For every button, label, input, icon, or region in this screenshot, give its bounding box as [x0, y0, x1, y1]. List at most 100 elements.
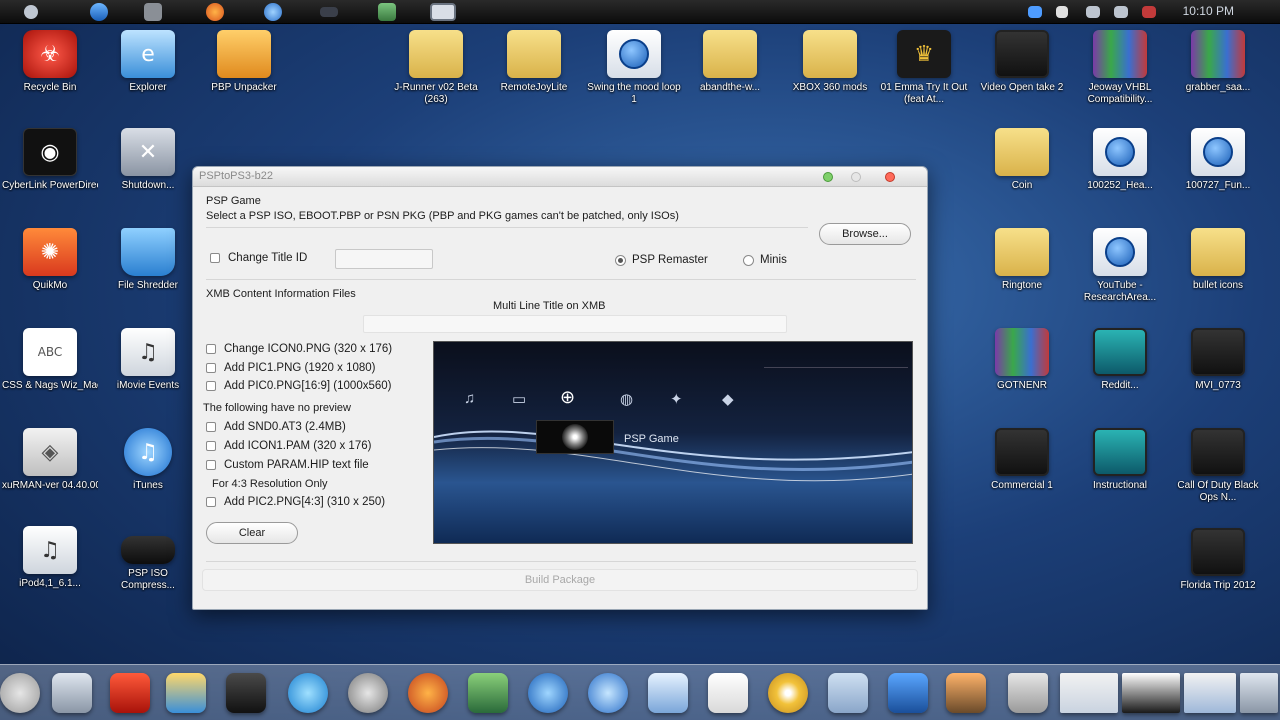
- psp-game-instruction: Select a PSP ISO, EBOOT.PBP or PSN PKG (…: [206, 210, 679, 222]
- desktop-icon-bullet-icons[interactable]: bullet icons: [1170, 228, 1266, 292]
- windows-explorer-icon[interactable]: [166, 673, 206, 713]
- desktop-icon-j-runner[interactable]: J-Runner v02 Beta (263): [388, 30, 484, 106]
- media-center-icon[interactable]: [226, 673, 266, 713]
- video-category-icon: ▭: [512, 391, 527, 408]
- window-thumbnail-3[interactable]: [1184, 673, 1236, 713]
- path-field-line[interactable]: [206, 227, 808, 228]
- window-titlebar[interactable]: PSPtoPS3-b22: [193, 167, 927, 187]
- desktop-icon-video-open[interactable]: Video Open take 2: [974, 30, 1070, 94]
- desktop-icon-youtube[interactable]: YouTube - ResearchArea...: [1072, 228, 1168, 304]
- battery-tray-icon[interactable]: [1142, 6, 1156, 18]
- trash-icon[interactable]: [1008, 673, 1048, 713]
- maximize-button[interactable]: [851, 172, 861, 182]
- desktop-icon-xbox-mods[interactable]: XBOX 360 mods: [782, 30, 878, 94]
- dvd-player-icon[interactable]: [768, 673, 808, 713]
- shutdown-icon: ✕: [121, 128, 175, 176]
- param-checkbox[interactable]: Custom PARAM.HIP text file: [206, 459, 369, 471]
- snd0-checkbox[interactable]: Add SND0.AT3 (2.4MB): [206, 421, 346, 433]
- desktop-icon-emma[interactable]: ♛ 01 Emma Try It Out (feat At...: [876, 30, 972, 106]
- pic0-checkbox[interactable]: Add PIC0.PNG[16:9] (1000x560): [206, 380, 392, 392]
- volume-tray-icon[interactable]: [1114, 6, 1128, 18]
- desktop-icon-explorer[interactable]: e Explorer: [100, 30, 196, 94]
- desktop-icon-mvi0773[interactable]: MVI_0773: [1170, 328, 1266, 392]
- iphoto-icon[interactable]: [946, 673, 986, 713]
- multiline-title-input[interactable]: [363, 315, 787, 333]
- quicktime-icon[interactable]: [288, 673, 328, 713]
- firefox-dock-icon[interactable]: [408, 673, 448, 713]
- xbmc-icon[interactable]: [110, 673, 150, 713]
- safari-dock-icon[interactable]: [588, 673, 628, 713]
- desktop-icon-imovie-events[interactable]: ♫ iMovie Events: [100, 328, 196, 392]
- desktop-icon-commercial1[interactable]: Commercial 1: [974, 428, 1070, 492]
- flag-tray-icon[interactable]: [1056, 6, 1068, 18]
- network-tray-icon[interactable]: [1028, 6, 1042, 18]
- network-icon: ◍: [620, 391, 634, 408]
- desktop-icon-gotnenr[interactable]: GOTNENR: [974, 328, 1070, 392]
- clear-button[interactable]: Clear: [206, 522, 298, 544]
- desktop-icon-ipod[interactable]: ♫ iPod4,1_6.1...: [2, 526, 98, 590]
- folder-dock-icon[interactable]: [828, 673, 868, 713]
- window-thumbnail-4[interactable]: [1240, 673, 1278, 713]
- desktop-icon-100727[interactable]: 100727_Fun...: [1170, 128, 1266, 192]
- window-task-icon[interactable]: [430, 3, 456, 21]
- icon0-checkbox[interactable]: Change ICON0.PNG (320 x 176): [206, 343, 392, 355]
- friends-icon: ◆: [722, 391, 734, 408]
- desktop-icon-shutdown[interactable]: ✕ Shutdown...: [100, 128, 196, 192]
- window-thumbnail-2[interactable]: [1122, 673, 1180, 713]
- icon1-checkbox[interactable]: Add ICON1.PAM (320 x 176): [206, 440, 371, 452]
- safari-icon[interactable]: [264, 3, 282, 21]
- desktop-icon-cod-black-ops[interactable]: Call Of Duty Black Ops N...: [1170, 428, 1266, 504]
- pic1-checkbox[interactable]: Add PIC1.PNG (1920 x 1080): [206, 362, 376, 374]
- textedit-icon[interactable]: [708, 673, 748, 713]
- desktop-icon-pbp-unpacker[interactable]: PBP Unpacker: [196, 30, 292, 94]
- browse-button[interactable]: Browse...: [819, 223, 911, 245]
- psp-taskbar-icon[interactable]: [320, 7, 338, 17]
- desktop-icon-cyberlink[interactable]: ◉ CyberLink PowerDirect...: [2, 128, 98, 192]
- settings-icon[interactable]: [348, 673, 388, 713]
- folder-icon: [995, 228, 1049, 276]
- desktop-icon-jeoway[interactable]: Jeoway VHBL Compatibility...: [1072, 30, 1168, 106]
- apple-menu-icon[interactable]: [24, 5, 38, 19]
- psp-remaster-radio[interactable]: PSP Remaster: [615, 254, 708, 266]
- finder-icon[interactable]: [0, 673, 40, 713]
- wifi-tray-icon[interactable]: [1086, 6, 1100, 18]
- desktop-icon-recycle-bin[interactable]: ☣ Recycle Bin: [2, 30, 98, 94]
- photoshop-icon[interactable]: [468, 673, 508, 713]
- desktop-icon-psp-iso-compress[interactable]: PSP ISO Compress...: [100, 526, 196, 592]
- mp3-icon: [607, 30, 661, 78]
- desktop-icon-instructional[interactable]: Instructional: [1072, 428, 1168, 492]
- desktop-icon-quikmo[interactable]: ✺ QuikMo: [2, 228, 98, 292]
- desktop-icon-xurman[interactable]: ◈ xuRMAN-ver 04.40.00.BA...: [2, 428, 98, 492]
- minis-radio[interactable]: Minis: [743, 254, 787, 266]
- desktop-icon-coin[interactable]: Coin: [974, 128, 1070, 192]
- music-dock-icon[interactable]: [888, 673, 928, 713]
- change-title-id-checkbox[interactable]: Change Title ID: [210, 252, 307, 264]
- desktop-icon-florida-trip[interactable]: Florida Trip 2012: [1170, 528, 1266, 592]
- firefox-icon[interactable]: [206, 3, 224, 21]
- pic2-checkbox[interactable]: Add PIC2.PNG[4:3] (310 x 250): [206, 496, 385, 508]
- desktop-icon-abandthe[interactable]: abandthe-w...: [682, 30, 778, 94]
- close-button[interactable]: [885, 172, 895, 182]
- image-viewer-icon[interactable]: [378, 3, 396, 21]
- desktop-icon-reddit[interactable]: Reddit...: [1072, 328, 1168, 392]
- desktop-icon-itunes[interactable]: ♫ iTunes: [100, 428, 196, 492]
- ie-icon[interactable]: [90, 3, 108, 21]
- desktop-icon-100252[interactable]: 100252_Hea...: [1072, 128, 1168, 192]
- folder-icon: [1191, 228, 1245, 276]
- section-divider: [206, 279, 916, 280]
- calculator-icon[interactable]: [144, 3, 162, 21]
- desktop-icon-css-nags[interactable]: ABC CSS & Nags Wiz_Mac: [2, 328, 98, 392]
- desktop-icon-ringtone[interactable]: Ringtone: [974, 228, 1070, 292]
- title-id-input[interactable]: [335, 249, 433, 269]
- clock[interactable]: 10:10 PM: [1183, 4, 1234, 18]
- build-package-button[interactable]: Build Package: [202, 569, 918, 591]
- desktop-icon-grabber[interactable]: grabber_saa...: [1170, 30, 1266, 94]
- desktop-icon-file-shredder[interactable]: File Shredder: [100, 228, 196, 292]
- mail-icon[interactable]: [648, 673, 688, 713]
- minimize-button[interactable]: [823, 172, 833, 182]
- itunes-dock-icon[interactable]: [528, 673, 568, 713]
- window-thumbnail-1[interactable]: [1060, 673, 1118, 713]
- desktop-icon-swing-mood[interactable]: Swing the mood loop 1: [586, 30, 682, 106]
- desktop-icon-remotejoylite[interactable]: RemoteJoyLite: [486, 30, 582, 94]
- system-icon[interactable]: [52, 673, 92, 713]
